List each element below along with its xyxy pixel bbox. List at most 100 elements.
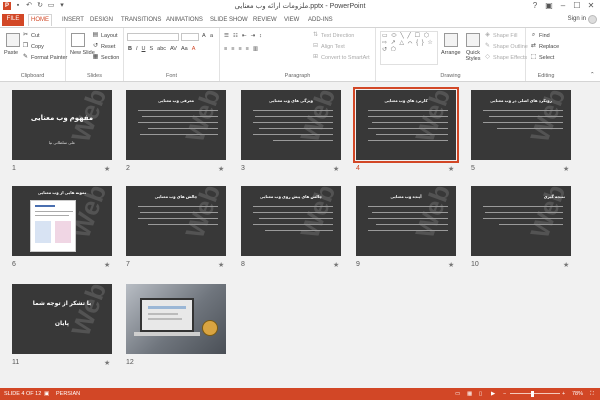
find-button[interactable]: ⌕ Find xyxy=(530,32,550,39)
shapes-gallery[interactable]: ▭ ⬭ ╲ ╱ ☐ ⬡ ⇨ ↗ △ ⌒ { } ☆ ↺ ⬠ xyxy=(380,31,438,65)
quick-styles-icon[interactable] xyxy=(466,33,480,47)
underline-icon[interactable]: U xyxy=(142,46,146,52)
slides-group-label: Slides xyxy=(87,73,102,79)
slide-thumbnail-9[interactable]: Web آینده وب معنایی xyxy=(356,186,456,256)
cut-button[interactable]: ✂ Cut xyxy=(22,32,40,39)
slide-thumbnail-7[interactable]: Web چالش های وب معنایی xyxy=(126,186,226,256)
font-size-dropdown[interactable] xyxy=(181,33,199,41)
change-case-icon[interactable]: Aa xyxy=(181,46,188,52)
arrange-button[interactable]: Arrange xyxy=(441,50,461,56)
text-line xyxy=(376,224,448,225)
section-button[interactable]: ▦ Section xyxy=(92,54,120,61)
slideshow-view-icon[interactable]: ▶ xyxy=(491,388,495,400)
justify-icon[interactable]: ≡ xyxy=(246,46,249,52)
sign-in-link[interactable]: Sign in xyxy=(568,16,586,22)
shape-effects-button[interactable]: ◇ Shape Effects xyxy=(484,54,527,61)
shrink-font-button[interactable]: a xyxy=(210,33,213,39)
grow-font-icon: A xyxy=(202,33,206,39)
slide-thumbnail-12[interactable] xyxy=(126,284,226,354)
convert-smartart-button[interactable]: ⊞ Convert to SmartArt xyxy=(312,54,370,61)
align-right-icon[interactable]: ≡ xyxy=(238,46,241,52)
paste-button[interactable]: Paste xyxy=(4,50,18,56)
scissors-icon: ✂ xyxy=(22,32,29,38)
tab-transitions[interactable]: TRANSITIONS xyxy=(119,15,163,26)
zoom-in-icon[interactable]: + xyxy=(562,388,565,400)
slide-title: آینده وب معنایی xyxy=(390,194,422,199)
tab-insert[interactable]: INSERT xyxy=(60,15,86,26)
paste-icon[interactable] xyxy=(6,33,20,47)
replace-button[interactable]: ⇄ Replace xyxy=(530,43,559,50)
slide-thumbnail-8[interactable]: Web چالش های پیش روی وب معنایی xyxy=(241,186,341,256)
zoom-level[interactable]: 78% xyxy=(572,388,583,400)
help-icon[interactable]: ? xyxy=(528,0,542,12)
align-text-button[interactable]: ⊟ Align Text xyxy=(312,43,345,50)
replace-label: Replace xyxy=(539,43,560,50)
reading-view-icon[interactable]: ▯ xyxy=(479,388,482,400)
collapse-ribbon-icon[interactable]: ⌃ xyxy=(590,72,595,78)
shadow-icon[interactable]: S xyxy=(150,46,154,52)
minimize-icon[interactable]: – xyxy=(556,0,570,12)
strikethrough-icon[interactable]: abc xyxy=(157,46,166,52)
tab-file[interactable]: FILE xyxy=(2,14,24,26)
tab-home[interactable]: HOME xyxy=(28,14,52,26)
slide-thumbnail-4-selected[interactable]: Web کاربرد های وب معنایی xyxy=(353,87,459,163)
shape-fill-button[interactable]: ◈ Shape Fill xyxy=(484,32,517,39)
bold-icon[interactable]: B xyxy=(128,46,132,52)
columns-icon[interactable]: ▥ xyxy=(253,46,258,52)
zoom-out-icon[interactable]: − xyxy=(503,388,506,400)
fit-to-window-icon[interactable]: ⛶ xyxy=(590,388,594,400)
text-direction-button[interactable]: ⇅ Text Direction xyxy=(312,32,354,39)
new-slide-icon[interactable] xyxy=(71,33,85,47)
font-color-icon[interactable]: A xyxy=(192,46,196,52)
slide-thumbnail-5[interactable]: Web رویکرد های اصلی در وب معنایی xyxy=(471,90,571,160)
slide-thumbnail-2[interactable]: Web معرفی وب معنایی xyxy=(126,90,226,160)
select-label: Select xyxy=(539,54,555,61)
align-center-icon[interactable]: ≡ xyxy=(231,46,234,52)
tab-slide-show[interactable]: SLIDE SHOW xyxy=(208,15,250,26)
font-name-dropdown[interactable] xyxy=(127,33,179,41)
zoom-slider-track[interactable] xyxy=(510,393,560,394)
reset-button[interactable]: ↺ Reset xyxy=(92,43,115,50)
shape-outline-button[interactable]: ✎ Shape Outline xyxy=(484,43,528,50)
zoom-slider-thumb[interactable] xyxy=(531,391,534,397)
bullets-icon[interactable]: ☰ xyxy=(224,33,229,39)
line-spacing-icon[interactable]: ↕ xyxy=(259,33,262,39)
copy-button[interactable]: ❐ Copy xyxy=(22,43,44,50)
spacing-icon[interactable]: AV xyxy=(170,46,177,52)
grow-font-button[interactable]: A xyxy=(202,33,206,39)
ribbon-display-icon[interactable]: ▣ xyxy=(542,0,556,12)
slide-thumbnail-11[interactable]: Web با تشکر از توجه شما پایان xyxy=(12,284,112,354)
slide-thumbnail-6[interactable]: Web نمونه هایی از وب معنایی xyxy=(12,186,112,256)
quick-styles-button[interactable]: Quick Styles xyxy=(462,50,484,62)
smiley-feedback-icon[interactable] xyxy=(588,15,597,24)
tab-design[interactable]: DESIGN xyxy=(88,15,115,26)
slide-sorter-view-icon[interactable]: ▦ xyxy=(467,388,472,400)
slide-thumbnail-10[interactable]: Web نتیجه گیری xyxy=(471,186,571,256)
format-painter-button[interactable]: ✎ Format Painter xyxy=(22,54,67,61)
spellcheck-icon[interactable]: ▣ xyxy=(44,388,49,400)
tab-review[interactable]: REVIEW xyxy=(251,15,279,26)
close-icon[interactable]: ✕ xyxy=(584,0,598,12)
layout-button[interactable]: ▤ Layout xyxy=(92,32,118,39)
tab-view[interactable]: VIEW xyxy=(282,15,301,26)
language-status[interactable]: PERSIAN xyxy=(56,388,80,400)
italic-icon[interactable]: I xyxy=(136,46,138,52)
slide-sorter: Web مفهوم وب معنایی علی سلطانی نیا 1 ★ W… xyxy=(0,82,600,388)
decrease-indent-icon[interactable]: ⇤ xyxy=(242,33,247,39)
select-button[interactable]: ⬚ Select xyxy=(530,54,555,61)
transition-star-icon: ★ xyxy=(563,262,570,269)
maximize-icon[interactable]: ☐ xyxy=(570,0,584,12)
increase-indent-icon[interactable]: ⇥ xyxy=(250,33,255,39)
brush-icon: ✎ xyxy=(22,54,29,60)
numbering-icon[interactable]: ☷ xyxy=(233,33,238,39)
slide-thumbnail-3[interactable]: Web ویژگی های وب معنایی xyxy=(241,90,341,160)
align-left-icon[interactable]: ≡ xyxy=(224,46,227,52)
arrange-icon[interactable] xyxy=(444,33,458,47)
normal-view-icon[interactable]: ▭ xyxy=(455,388,460,400)
tab-add-ins[interactable]: ADD-INS xyxy=(306,15,335,26)
slide-thumbnail-1[interactable]: Web مفهوم وب معنایی علی سلطانی نیا xyxy=(12,90,112,160)
tab-animations[interactable]: ANIMATIONS xyxy=(164,15,205,26)
text-line xyxy=(368,218,448,219)
text-line xyxy=(142,116,218,117)
window-controls: ? ▣ – ☐ ✕ xyxy=(528,0,598,12)
